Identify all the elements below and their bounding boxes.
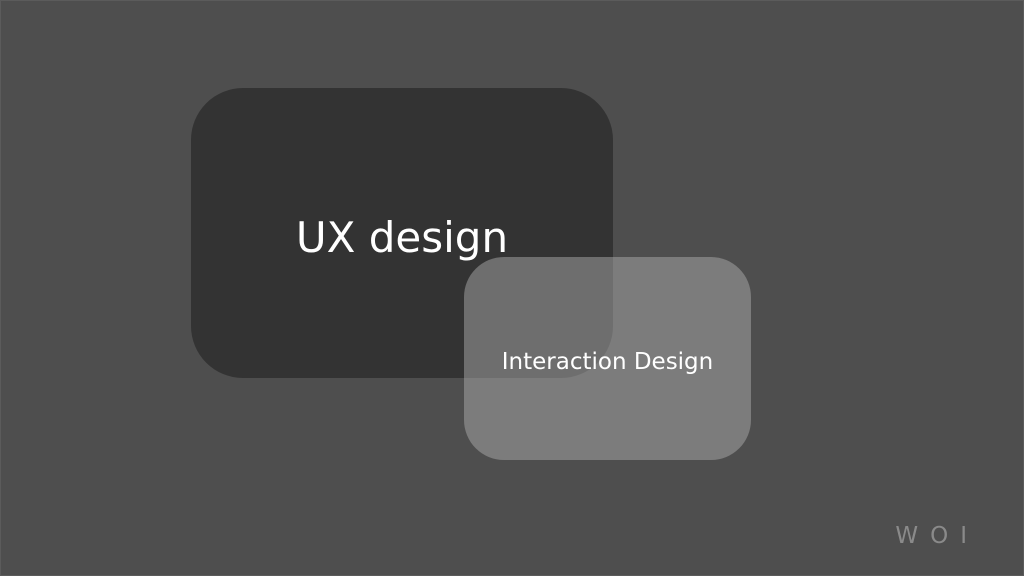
slide-canvas: UX design Interaction Design WOI bbox=[0, 0, 1024, 576]
brand-logo-text: WOI bbox=[895, 523, 979, 549]
interaction-design-label: Interaction Design bbox=[501, 349, 714, 375]
